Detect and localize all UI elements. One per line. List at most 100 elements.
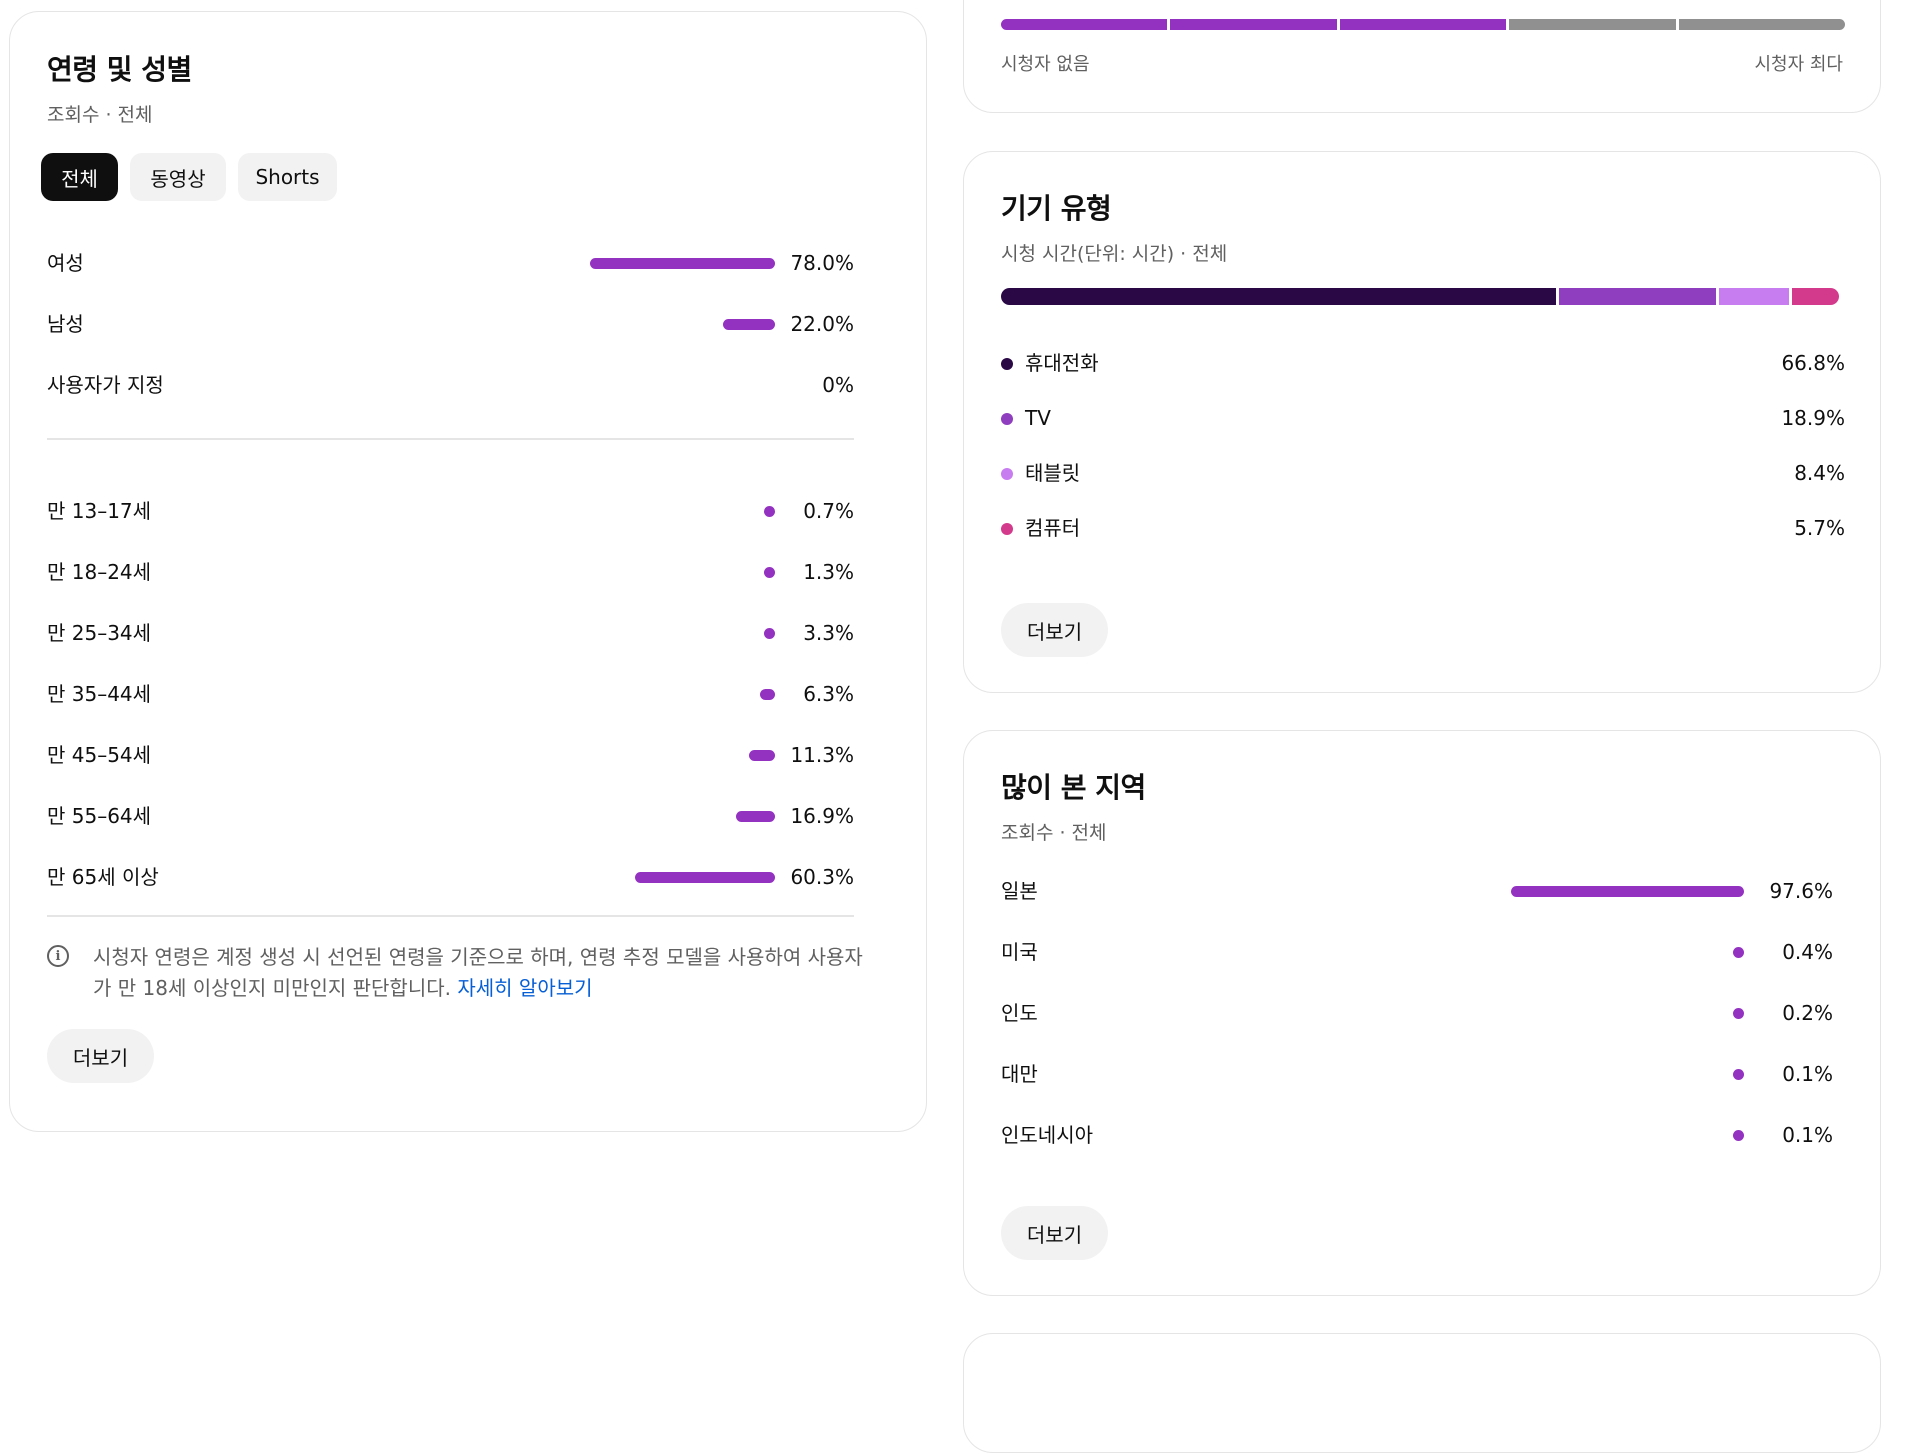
age-row: 만 65세 이상 60.3%	[47, 862, 854, 892]
region-label: 일본	[1001, 879, 1038, 903]
age-bar	[764, 567, 775, 578]
axis-max-label: 시청자 최다	[1754, 54, 1843, 75]
region-value: 0.2%	[1782, 1001, 1833, 1025]
age-label: 만 65세 이상	[47, 865, 159, 889]
chip-shorts[interactable]: Shorts	[238, 153, 337, 201]
region-row: 미국 0.4%	[1001, 937, 1833, 967]
device-segment	[1001, 288, 1557, 305]
region-title: 많이 본 지역	[1001, 771, 1146, 804]
device-label: 컴퓨터	[1025, 516, 1081, 540]
age-value: 6.3%	[803, 682, 854, 706]
chip-all[interactable]: 전체	[41, 153, 118, 201]
device-type-card: 기기 유형 시청 시간(단위: 시간) · 전체 휴대전화 66.8% TV 18.9…	[963, 151, 1881, 693]
device-label: TV	[1025, 406, 1051, 430]
device-subtitle: 시청 시간(단위: 시간) · 전체	[1001, 243, 1228, 265]
gender-value: 0%	[822, 373, 854, 397]
age-row: 만 25–34세 3.3%	[47, 618, 854, 648]
age-label: 만 45–54세	[47, 743, 152, 767]
learn-more-link[interactable]: 자세히 알아보기	[457, 976, 592, 1000]
age-value: 16.9%	[790, 804, 854, 828]
age-row: 만 55–64세 16.9%	[47, 801, 854, 831]
legend-dot	[1001, 413, 1013, 425]
device-title: 기기 유형	[1001, 192, 1112, 225]
legend-dot	[1001, 468, 1013, 480]
age-bar	[635, 872, 775, 883]
age-label: 만 13–17세	[47, 499, 152, 523]
region-label: 인도	[1001, 1001, 1038, 1025]
age-value: 11.3%	[790, 743, 854, 767]
next-card	[963, 1333, 1881, 1453]
region-more-button[interactable]: 더보기	[1001, 1206, 1108, 1260]
gender-label: 여성	[47, 251, 84, 275]
device-value: 18.9%	[1781, 406, 1845, 430]
device-row: 컴퓨터 5.7%	[1001, 513, 1845, 543]
region-row: 인도네시아 0.1%	[1001, 1120, 1833, 1150]
top-regions-card: 많이 본 지역 조회수 · 전체 일본 97.6% 미국 0.4% 인도 0.2% 대만 0.…	[963, 730, 1881, 1296]
region-label: 미국	[1001, 940, 1038, 964]
device-label: 태블릿	[1025, 461, 1081, 485]
region-label: 대만	[1001, 1062, 1038, 1086]
device-segment	[1559, 288, 1717, 305]
legend-dot	[1001, 358, 1013, 370]
level-segment	[1678, 19, 1845, 30]
gender-value: 78.0%	[790, 251, 854, 275]
gender-bar	[722, 319, 775, 330]
age-note: 시청자 연령은 계정 생성 시 선언된 연령을 기준으로 하며, 연령 추정 모…	[93, 942, 863, 1004]
age-more-button[interactable]: 더보기	[47, 1029, 154, 1083]
region-value: 0.1%	[1782, 1062, 1833, 1086]
age-gender-card: 연령 및 성별 조회수 · 전체 전체 동영상 Shorts 여성 78.0% 남성…	[9, 11, 927, 1132]
age-bar	[760, 689, 775, 700]
age-row: 만 35–44세 6.3%	[47, 679, 854, 709]
region-bar	[1733, 1069, 1744, 1080]
device-row: 휴대전화 66.8%	[1001, 348, 1845, 378]
region-label: 인도네시아	[1001, 1123, 1093, 1147]
level-segment	[1339, 19, 1507, 30]
device-segment	[1791, 288, 1840, 305]
gender-label: 남성	[47, 312, 84, 336]
divider	[47, 438, 854, 440]
gender-value: 22.0%	[790, 312, 854, 336]
audience-level-card: 시청자 없음 시청자 최다	[963, 0, 1881, 113]
region-value: 97.6%	[1769, 879, 1833, 903]
device-row: TV 18.9%	[1001, 403, 1845, 433]
age-bar	[735, 811, 775, 822]
age-label: 만 35–44세	[47, 682, 152, 706]
chip-videos[interactable]: 동영상	[130, 153, 226, 201]
age-value: 1.3%	[803, 560, 854, 584]
device-value: 5.7%	[1794, 516, 1845, 540]
age-gender-subtitle: 조회수 · 전체	[47, 104, 153, 126]
region-value: 0.1%	[1782, 1123, 1833, 1147]
axis-min-label: 시청자 없음	[1001, 54, 1090, 75]
divider	[47, 915, 854, 917]
level-segment	[1170, 19, 1337, 30]
device-segment	[1719, 288, 1789, 305]
age-gender-title: 연령 및 성별	[47, 53, 192, 86]
region-bar	[1511, 886, 1744, 897]
age-label: 만 55–64세	[47, 804, 152, 828]
age-row: 만 18–24세 1.3%	[47, 557, 854, 587]
device-value: 66.8%	[1781, 351, 1845, 375]
region-bar	[1733, 947, 1744, 958]
region-bar	[1733, 1130, 1744, 1141]
region-row: 대만 0.1%	[1001, 1059, 1833, 1089]
device-more-button[interactable]: 더보기	[1001, 603, 1108, 657]
age-label: 만 18–24세	[47, 560, 152, 584]
device-stacked-bar	[1001, 288, 1841, 305]
region-subtitle: 조회수 · 전체	[1001, 822, 1107, 844]
age-row: 만 45–54세 11.3%	[47, 740, 854, 770]
region-bar	[1733, 1008, 1744, 1019]
device-label: 휴대전화	[1025, 351, 1099, 375]
level-segment	[1001, 19, 1168, 30]
gender-row: 여성 78.0%	[47, 248, 854, 278]
device-row: 태블릿 8.4%	[1001, 458, 1845, 488]
age-value: 3.3%	[803, 621, 854, 645]
region-row: 인도 0.2%	[1001, 998, 1833, 1028]
age-bar	[764, 506, 775, 517]
level-segment	[1509, 19, 1676, 30]
age-value: 60.3%	[790, 865, 854, 889]
info-icon: i	[47, 945, 69, 967]
region-row: 일본 97.6%	[1001, 876, 1833, 906]
age-bar	[764, 628, 775, 639]
gender-label: 사용자가 지정	[47, 373, 164, 397]
gender-row: 사용자가 지정 0%	[47, 370, 854, 400]
